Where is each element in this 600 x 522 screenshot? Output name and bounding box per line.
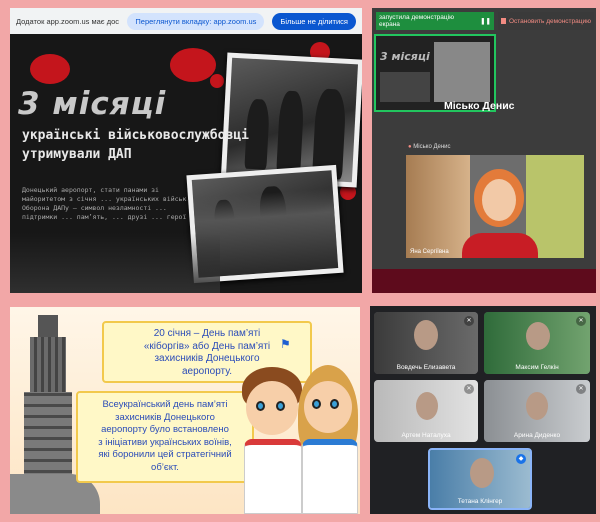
video-tile-name-text: Місько Денис — [413, 144, 451, 150]
bunk-bed-background — [406, 155, 470, 258]
participant-tile[interactable]: ✕ Вовдечь Елизавета — [374, 312, 478, 374]
sharing-indicator: запустила демонстрацію екрана ❚❚ — [376, 12, 494, 30]
blood-splatter — [170, 48, 216, 82]
blood-splatter — [210, 74, 224, 88]
cartoon-girl — [298, 365, 360, 514]
poster-info-line: аеропорту було встановлено — [101, 424, 229, 435]
participant-name: Максим Гелкін — [515, 364, 559, 371]
mic-muted-icon: ✕ — [464, 316, 474, 326]
ukraine-flag-icon: ⚑ — [280, 337, 291, 351]
participant-name: Тетана Клінгер — [457, 498, 503, 505]
airport-ruins-image — [10, 233, 220, 293]
speaking-icon: ◆ — [516, 454, 526, 464]
pause-icon[interactable]: ❚❚ — [480, 17, 491, 25]
participant-name: Артем Наталуха — [401, 432, 451, 439]
tab-sharing-bar: Додаток app.zoom.us має доступ до цієї в… — [10, 8, 362, 34]
blood-splatter — [30, 54, 70, 84]
poster-info-line: Всеукраїнський день пам’яті — [102, 399, 228, 410]
stop-share-button[interactable]: Остановить демонстрацию — [498, 12, 594, 30]
sharing-message: Додаток app.zoom.us має доступ до цієї в… — [16, 16, 120, 26]
mic-muted-icon: ✕ — [576, 384, 586, 394]
shared-screen-panel: Додаток app.zoom.us має доступ до цієї в… — [10, 8, 362, 293]
participant-name: Вовдечь Елизавета — [396, 364, 456, 371]
sharing-indicator-label: запустила демонстрацію екрана — [379, 14, 454, 28]
zoom-presenter-panel: запустила демонстрацію екрана ❚❚ Останов… — [372, 8, 596, 293]
video-tile-name: ● Місько Денис — [408, 144, 451, 150]
participant-tile[interactable]: ✕ Максим Гелкін — [484, 312, 590, 374]
poster-info-line: з ініціативи українських воїнів, — [98, 436, 232, 448]
participant-sweater — [462, 233, 538, 258]
poster-info-line: захисників Донецького — [115, 411, 215, 423]
poster-info-line: які боронили цей стратегічний — [98, 449, 232, 460]
poster-info-box: Всеукраїнський день пам’яті захисників Д… — [76, 391, 254, 483]
slide-body-text: Донецький аеропорт, стати панами зі майо… — [22, 186, 191, 221]
slide-subtitle-line: утримували ДАП — [22, 147, 132, 162]
memorial-poster: 20 січня – День пам’яті «кіборгів» або Д… — [10, 307, 360, 514]
poster-heading-line: захисників Донецького — [154, 353, 260, 364]
participant-tile-speaking[interactable]: ◆ Тетана Клінгер — [428, 448, 532, 510]
participant-label: Яна Сергіївна — [410, 249, 449, 255]
stop-icon — [501, 18, 506, 24]
meeting-toolbar — [372, 269, 596, 293]
participant-tile[interactable]: ✕ Артем Наталуха — [374, 380, 478, 442]
participant-gallery: ✕ Вовдечь Елизавета ✕ Максим Гелкін ✕ Ар… — [370, 306, 596, 514]
slide-subtitle: українські військовослужбовці утримували… — [22, 126, 249, 164]
presenter-name: Місько Денис — [444, 100, 515, 112]
slide-subtitle-line: українські військовослужбовці — [22, 128, 249, 143]
participant-name: Арина Диденко — [513, 432, 561, 439]
mic-muted-icon: ✕ — [464, 384, 474, 394]
thumbnail-headline: 3 місяці — [380, 50, 430, 63]
stop-share-label: Остановить демонстрацию — [508, 17, 591, 25]
participant-video-tile[interactable]: Яна Сергіївна — [406, 155, 584, 258]
presentation-slide: 3 місяці українські військовослужбовці у… — [10, 34, 362, 293]
poster-info-line: об’єкт. — [151, 461, 179, 473]
switch-tab-button[interactable]: Переглянути вкладку: app.zoom.us — [127, 12, 265, 30]
participant-face — [482, 179, 516, 221]
stop-sharing-button[interactable]: Більше не ділитися — [272, 12, 356, 30]
mic-muted-icon: ✕ — [576, 316, 586, 326]
participant-tile[interactable]: ✕ Арина Диденко — [484, 380, 590, 442]
slide-headline: 3 місяці — [18, 86, 167, 122]
